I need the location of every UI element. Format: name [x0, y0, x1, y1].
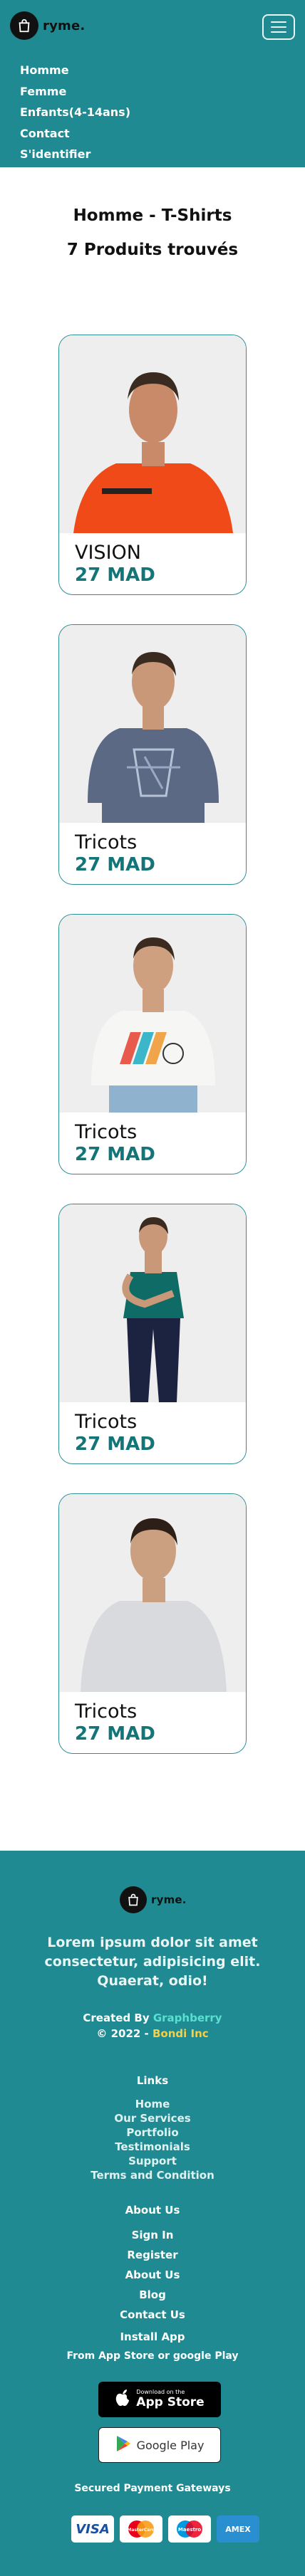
product-image [59, 915, 246, 1113]
product-name: VISION [75, 542, 141, 564]
company-link[interactable]: Bondi Inc [152, 2027, 209, 2040]
google-play-button[interactable]: Google Play [98, 2427, 221, 2463]
product-price: 27 MAD [75, 854, 155, 876]
mastercard-icon: MasterCard [120, 2515, 162, 2543]
about-title: About Us [125, 2204, 180, 2217]
product-price: 27 MAD [75, 1144, 155, 1165]
footer-link-signin[interactable]: Sign In [0, 2225, 305, 2245]
visa-label: VISA [76, 2521, 110, 2537]
visa-icon: VISA [71, 2515, 114, 2543]
maestro-icon: Maestro [168, 2515, 211, 2543]
footer-link-contact[interactable]: Contact Us [0, 2305, 305, 2325]
navbar: ryme. Homme Femme Enfants(4-14ans) Conta… [0, 0, 305, 167]
about-list: Sign In Register About Us Blog Contact U… [0, 2225, 305, 2325]
install-title: Install App [120, 2330, 185, 2343]
product-card[interactable]: Tricots 27 MAD [58, 624, 247, 885]
brand-name: ryme. [43, 18, 86, 33]
nav-item-homme[interactable]: Homme [20, 60, 130, 81]
footer-tagline: Lorem ipsum dolor sit amet consectetur, … [44, 1935, 261, 1989]
apple-icon [115, 2389, 130, 2410]
product-price: 27 MAD [75, 564, 155, 586]
nav-item-login[interactable]: S'identifier [20, 144, 130, 165]
install-subtitle: From App Store or google Play [66, 2350, 239, 2362]
payments-title: Secured Payment Gateways [74, 2483, 231, 2494]
page-title: Homme - T-Shirts [73, 206, 232, 225]
product-image [59, 1204, 246, 1402]
nav-item-enfants[interactable]: Enfants(4-14ans) [20, 102, 130, 123]
links-title: Links [136, 2074, 169, 2087]
footer-link-register[interactable]: Register [0, 2245, 305, 2265]
payment-logos: VISA MasterCard Maestro AMEX [71, 2515, 259, 2543]
product-name: Tricots [75, 1700, 138, 1723]
footer-link-services[interactable]: Our Services [0, 2111, 305, 2125]
product-name: Tricots [75, 831, 138, 853]
product-name: Tricots [75, 1411, 138, 1433]
product-price: 27 MAD [75, 1434, 155, 1455]
menu-toggle-button[interactable] [262, 14, 295, 40]
footer-logo[interactable]: ryme. [120, 1886, 187, 1913]
footer-link-home[interactable]: Home [0, 2097, 305, 2111]
amex-icon: AMEX [217, 2515, 259, 2543]
footer: ryme. Lorem ipsum dolor sit amet consect… [0, 1851, 305, 2576]
appstore-label: App Store [136, 2395, 205, 2410]
footer-link-blog[interactable]: Blog [0, 2285, 305, 2305]
copyright-prefix: © 2022 - [96, 2027, 152, 2040]
brand-logo[interactable]: ryme. [10, 11, 85, 40]
app-store-button[interactable]: Download on the App Store [98, 2382, 221, 2417]
shopping-bag-icon [10, 11, 38, 40]
shopping-bag-icon [120, 1886, 147, 1913]
maestro-label: Maestro [178, 2527, 201, 2533]
created-prefix: Created By [83, 2012, 153, 2024]
creator-link[interactable]: Graphberry [153, 2012, 222, 2024]
nav-item-contact[interactable]: Contact [20, 123, 130, 144]
googleplay-label: Google Play [136, 2438, 205, 2452]
product-card[interactable]: Tricots 27 MAD [58, 1204, 247, 1464]
google-play-icon [115, 2435, 131, 2455]
product-card[interactable]: VISION 27 MAD [58, 335, 247, 595]
product-image [59, 1494, 246, 1692]
footer-link-terms[interactable]: Terms and Condition [0, 2168, 305, 2182]
mastercard-label: MasterCard [127, 2528, 155, 2533]
product-image [59, 625, 246, 823]
product-price: 27 MAD [75, 1723, 155, 1745]
product-image [59, 335, 246, 533]
footer-brand-name: ryme. [151, 1893, 187, 1906]
nav-item-femme[interactable]: Femme [20, 81, 130, 102]
footer-link-support[interactable]: Support [0, 2154, 305, 2168]
product-card[interactable]: Tricots 27 MAD [58, 914, 247, 1174]
footer-link-about[interactable]: About Us [0, 2265, 305, 2285]
footer-credits: Created By Graphberry © 2022 - Bondi Inc [0, 2010, 305, 2041]
nav-menu: Homme Femme Enfants(4-14ans) Contact S'i… [20, 60, 130, 165]
product-name: Tricots [75, 1121, 138, 1143]
footer-link-portfolio[interactable]: Portfolio [0, 2125, 305, 2140]
amex-label: AMEX [225, 2524, 251, 2534]
product-card[interactable]: Tricots 27 MAD [58, 1493, 247, 1754]
product-count: 7 Produits trouvés [66, 241, 239, 259]
footer-link-testimonials[interactable]: Testimonials [0, 2140, 305, 2154]
links-list: Home Our Services Portfolio Testimonials… [0, 2097, 305, 2182]
